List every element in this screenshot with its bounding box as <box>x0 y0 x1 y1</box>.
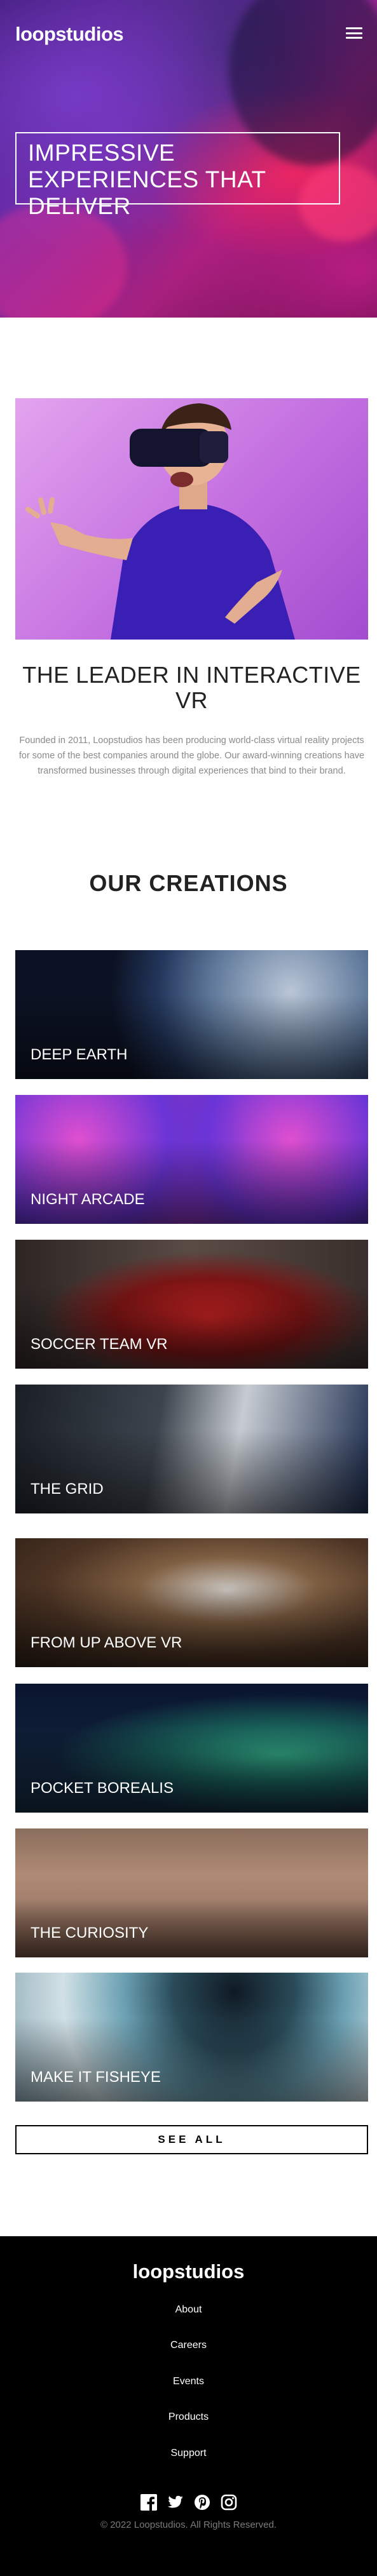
creation-label: Night arcade <box>31 1191 145 1208</box>
creation-card-from-up-above-vr[interactable]: From up above VR <box>15 1538 368 1667</box>
vr-person-illustration <box>25 403 295 640</box>
see-all-button[interactable]: See all <box>15 2125 368 2154</box>
creation-card-the-grid[interactable]: The grid <box>15 1385 368 1513</box>
vr-headset-image <box>15 398 368 640</box>
footer-link-events[interactable]: Events <box>0 2376 377 2387</box>
menu-bar <box>346 27 362 29</box>
creation-label: The grid <box>31 1480 104 1498</box>
menu-bar <box>346 32 362 34</box>
creation-label: Make it fisheye <box>31 2069 161 2086</box>
creation-card-deep-earth[interactable]: Deep earth <box>15 950 368 1079</box>
instagram-icon[interactable] <box>220 2493 238 2511</box>
leader-description: Founded in 2011, Loopstudios has been pr… <box>18 735 365 776</box>
mouth-shape <box>170 472 193 487</box>
social-links <box>0 2493 377 2511</box>
creation-card-night-arcade[interactable]: Night arcade <box>15 1095 368 1224</box>
hero-section: loopstudios Impressive experiences that … <box>0 0 377 318</box>
hero-light-shape <box>0 203 127 318</box>
twitter-icon[interactable] <box>167 2493 184 2511</box>
hero-title: Impressive experiences that deliver <box>28 140 266 219</box>
footer-link-products[interactable]: Products <box>0 2412 377 2423</box>
creation-label: From up above VR <box>31 1634 182 1651</box>
leader-title: The leader in interactive VR <box>22 662 361 713</box>
creation-card-make-it-fisheye[interactable]: Make it fisheye <box>15 1973 368 2102</box>
shirt-shape <box>111 503 295 640</box>
creation-label: Soccer team VR <box>31 1336 168 1353</box>
hero-title-box: Impressive experiences that deliver <box>15 132 340 219</box>
footer-link-support[interactable]: Support <box>0 2448 377 2459</box>
footer-link-about[interactable]: About <box>0 2304 377 2316</box>
facebook-icon[interactable] <box>140 2493 158 2511</box>
creations-title: Our creations <box>89 870 288 896</box>
creation-card-the-curiosity[interactable]: The curiosity <box>15 1828 368 1957</box>
left-arm-shape <box>50 522 133 560</box>
footer-link-careers[interactable]: Careers <box>0 2340 377 2351</box>
hamburger-menu-icon[interactable] <box>345 25 364 41</box>
creation-card-soccer-team-vr[interactable]: Soccer team VR <box>15 1240 368 1369</box>
creation-label: The curiosity <box>31 1924 149 1942</box>
creation-label: Deep earth <box>31 1046 128 1063</box>
site-logo[interactable]: loopstudios <box>15 23 124 46</box>
headset-strap <box>200 431 228 463</box>
left-hand-shape <box>25 497 55 518</box>
menu-bar <box>346 37 362 39</box>
footer-logo[interactable]: loopstudios <box>0 2260 377 2283</box>
creation-label: Pocket borealis <box>31 1780 174 1797</box>
copyright-text: © 2022 Loopstudios. All Rights Reserved. <box>100 2519 277 2530</box>
pinterest-icon[interactable] <box>193 2493 211 2511</box>
creation-card-pocket-borealis[interactable]: Pocket borealis <box>15 1684 368 1813</box>
site-footer: loopstudios About Careers Events Product… <box>0 2236 377 2576</box>
